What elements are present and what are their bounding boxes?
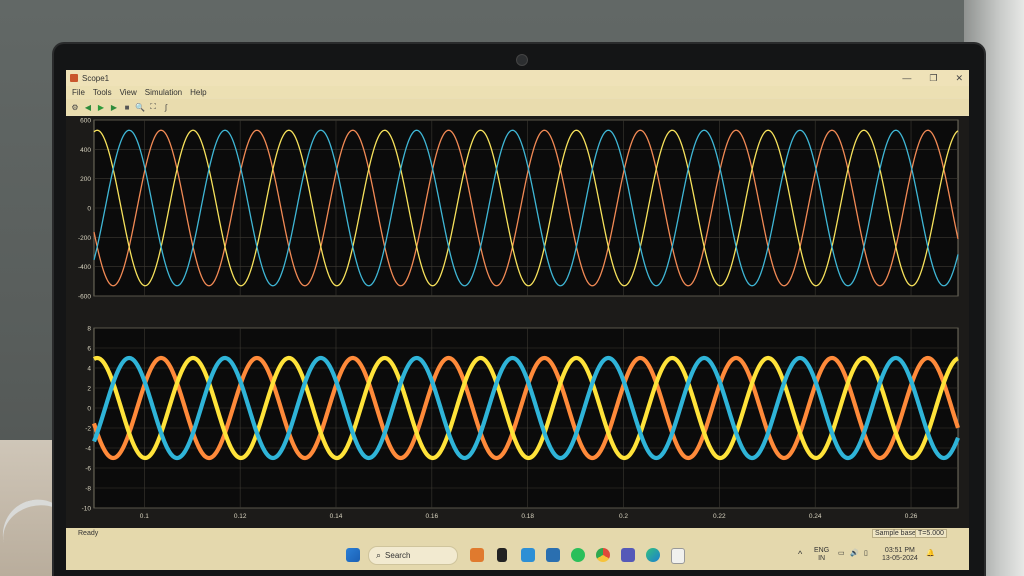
xtick-label: 0.24 [809,513,822,520]
window-title: Scope1 [82,73,110,83]
ytick-label: 0 [87,206,91,213]
menu-help[interactable]: Help [190,88,206,97]
ytick-label: 6 [87,346,91,353]
ytick-label: 8 [87,326,91,333]
battery-icon[interactable]: ▯ [864,550,868,558]
task-view-icon[interactable] [497,548,507,562]
ytick-label: 200 [80,176,91,183]
xtick-label: 0.18 [521,513,534,520]
windows-taskbar: ⌕ Search ^ ENG IN ▭ 🔊 ▯ 03:51 PM 13-05-2… [66,540,969,570]
scope-plot-area: 600 400 200 0 -200 -400 -600 8 6 4 2 0 -2 -4 -6 -8 -10 0.… [66,116,969,546]
ytick-label: -6 [85,466,91,473]
menu-file[interactable]: File [72,88,85,97]
ytick-label: -4 [85,446,91,453]
briefcase-icon[interactable] [470,548,484,562]
clock[interactable]: 03:51 PM 13-05-2024 [882,547,918,563]
scope-svg: 600 400 200 0 -200 -400 -600 8 6 4 2 0 -2 -4 -6 -8 -10 0.… [78,118,960,520]
network-icon[interactable]: ▭ [838,550,845,558]
tray-chevron-icon[interactable]: ^ [798,550,802,559]
notification-bell-icon[interactable]: 🔔 [926,550,935,558]
scope-app-icon [70,74,78,82]
stop-icon[interactable]: ■ [122,102,132,112]
clock-time: 03:51 PM [884,547,915,554]
xtick-label: 0.1 [140,513,149,520]
teams-icon[interactable] [621,548,635,562]
volume-icon[interactable]: 🔊 [850,550,859,558]
edge-icon[interactable] [646,548,660,562]
ytick-label: 2 [87,386,91,393]
settings-icon[interactable]: ⚙ [70,102,80,112]
menu-view[interactable]: View [120,88,137,97]
xtick-label: 0.2 [619,513,628,520]
store-icon[interactable] [546,548,560,562]
step-forward-icon[interactable]: ▶ [109,102,119,112]
file-explorer-icon[interactable] [671,548,685,564]
xtick-label: 0.14 [330,513,343,520]
xtick-label: 0.22 [713,513,726,520]
ytick-label: 400 [80,147,91,154]
taskbar-search[interactable]: ⌕ Search [368,546,458,565]
laptop-screen: Scope1 — ❐ ✕ File Tools View Simulation … [66,70,969,570]
menu-tools[interactable]: Tools [93,88,112,97]
window-titlebar: Scope1 — ❐ ✕ [66,70,969,86]
autoscale-icon[interactable]: ⛶ [148,102,158,112]
region-label: IN [818,555,826,562]
whatsapp-icon[interactable] [571,548,585,562]
ytick-label: -600 [78,294,91,301]
zoom-icon[interactable]: 🔍 [135,102,145,112]
maximize-button[interactable]: ❐ [929,70,937,86]
search-icon: ⌕ [376,550,382,560]
close-button[interactable]: ✕ [955,70,963,86]
ytick-label: -8 [85,486,91,493]
run-icon[interactable]: ▶ [96,102,106,112]
menu-simulation[interactable]: Simulation [145,88,182,97]
minimize-button[interactable]: — [902,70,911,86]
status-bar: Ready Sample based T=5.000 [66,528,969,540]
chrome-icon[interactable] [596,548,610,562]
ytick-label: -200 [78,235,91,242]
webcam [516,54,528,66]
xtick-label: 0.16 [426,513,439,520]
clock-date: 13-05-2024 [882,555,918,562]
menu-bar: File Tools View Simulation Help [66,86,969,98]
language-indicator[interactable]: ENG IN [814,547,829,563]
status-time: T=5.000 [915,529,947,538]
ytick-label: -400 [78,264,91,271]
vscode-icon[interactable] [521,548,535,562]
ytick-label: 600 [80,118,91,125]
measure-icon[interactable]: ∫ [161,102,171,112]
ytick-label: 0 [87,406,91,413]
ytick-label: 4 [87,366,91,373]
ytick-label: -10 [82,506,92,513]
toolbar: ⚙ ◀ ▶ ▶ ■ 🔍 ⛶ ∫ [66,99,969,115]
lang-label: ENG [814,547,830,554]
ytick-label: -2 [85,426,91,433]
xtick-label: 0.26 [905,513,918,520]
xtick-label: 0.12 [234,513,247,520]
windows-start-icon[interactable] [346,548,360,562]
step-back-icon[interactable]: ◀ [83,102,93,112]
search-label: Search [385,551,411,560]
status-ready: Ready [78,530,99,537]
